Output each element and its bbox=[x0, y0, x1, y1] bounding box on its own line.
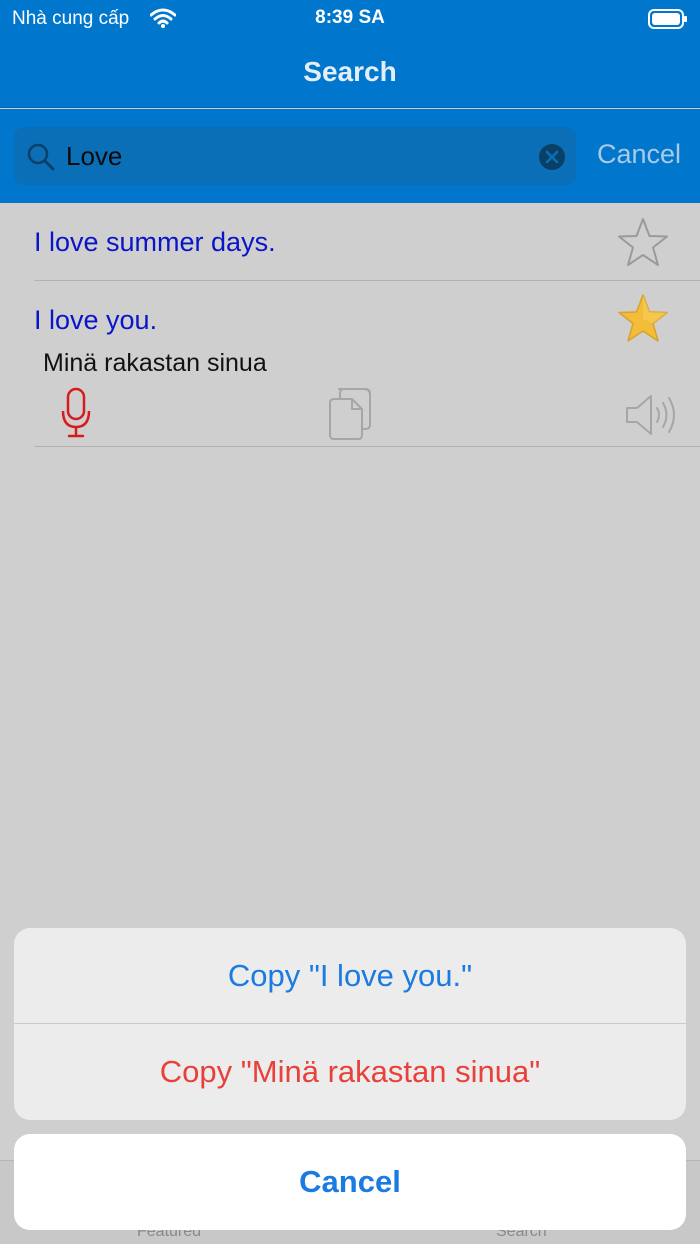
action-sheet: Copy "I love you." Copy "Minä rakastan s… bbox=[14, 928, 686, 1120]
search-field[interactable] bbox=[14, 127, 576, 185]
star-outline-icon[interactable] bbox=[616, 217, 670, 274]
status-time: 8:39 SA bbox=[315, 7, 385, 28]
navigation-bar: Search bbox=[0, 40, 700, 108]
translation-text: Minä rakastan sinua bbox=[43, 349, 267, 377]
status-bar: Nhà cung cấp 8:39 SA bbox=[0, 0, 700, 40]
phrase-text: I love summer days. bbox=[34, 227, 276, 257]
search-icon bbox=[26, 142, 56, 177]
page-title: Search bbox=[303, 56, 397, 87]
search-input[interactable] bbox=[66, 136, 526, 176]
action-sheet-cancel-button[interactable]: Cancel bbox=[14, 1134, 686, 1230]
star-filled-icon[interactable] bbox=[616, 293, 670, 350]
search-bar: Cancel bbox=[0, 109, 700, 203]
copy-phrase-button[interactable]: Copy "I love you." bbox=[14, 928, 686, 1024]
phrase-text: I love you. bbox=[34, 305, 158, 335]
search-cancel-button[interactable]: Cancel bbox=[597, 139, 681, 170]
copy-translation-button[interactable]: Copy "Minä rakastan sinua" bbox=[14, 1024, 686, 1120]
list-item-expanded[interactable]: I love you. Minä rakastan sinua bbox=[34, 281, 700, 447]
copy-icon[interactable] bbox=[326, 387, 374, 446]
clear-icon[interactable] bbox=[538, 143, 566, 176]
microphone-icon[interactable] bbox=[60, 387, 92, 444]
battery-icon bbox=[648, 9, 688, 34]
speaker-icon[interactable] bbox=[624, 393, 680, 442]
list-item[interactable]: I love summer days. bbox=[34, 203, 700, 281]
